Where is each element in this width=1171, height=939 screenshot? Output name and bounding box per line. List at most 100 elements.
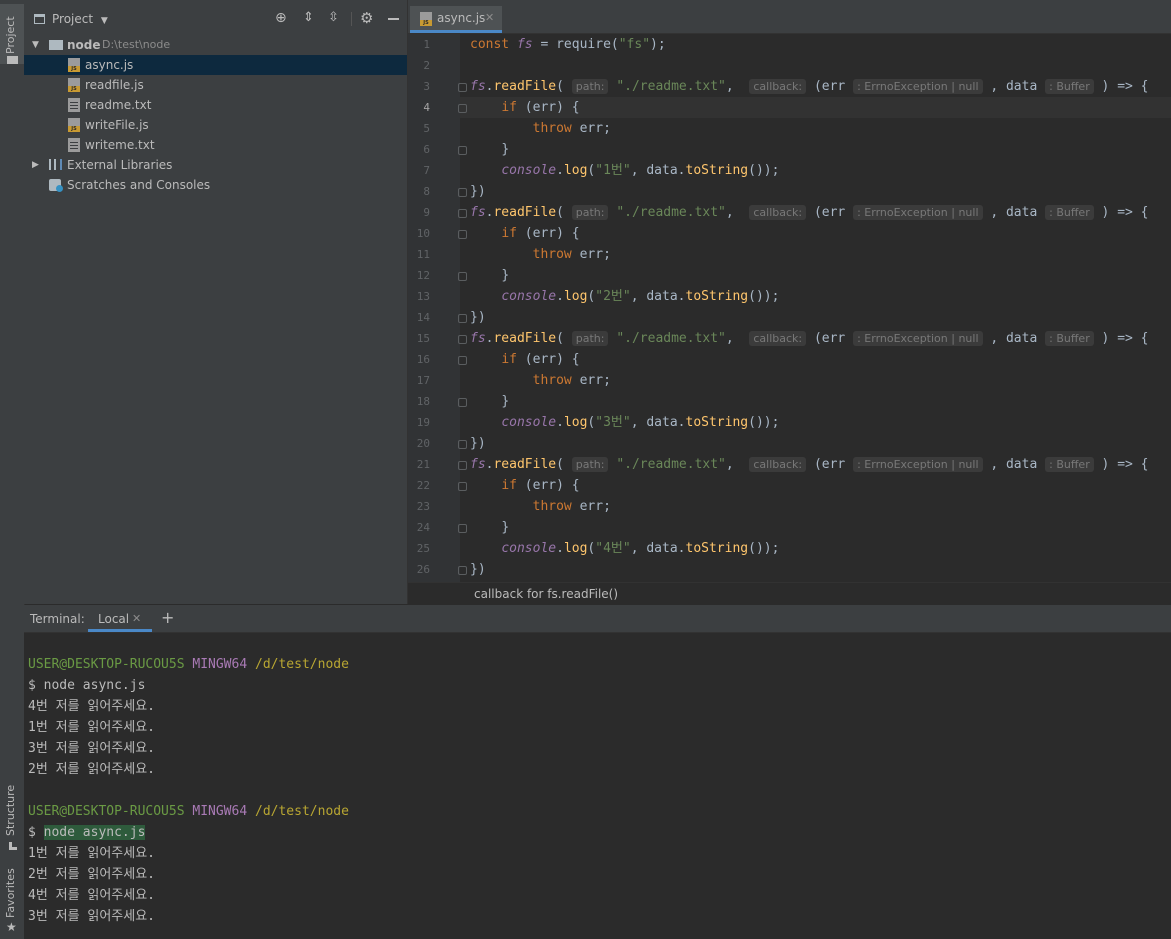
fold-marker-icon[interactable]: [458, 335, 467, 344]
type-hint: : Buffer: [1045, 331, 1094, 346]
gear-icon[interactable]: ⚙: [360, 9, 373, 27]
variable: console: [501, 289, 557, 304]
fold-marker-icon[interactable]: [458, 398, 467, 407]
code-token: }): [470, 436, 486, 451]
project-panel-header: Project ▼ ⊕ ⇕ ⇳ ⚙: [24, 0, 407, 38]
js-file-icon: [68, 78, 80, 92]
tab-local[interactable]: Local ✕: [88, 605, 152, 632]
fold-marker-icon[interactable]: [458, 482, 467, 491]
function: log: [563, 163, 588, 178]
prompt-host: MINGW64: [192, 804, 248, 819]
code-token: }: [501, 268, 510, 283]
line-number: 17: [416, 374, 430, 387]
keyword: if: [501, 226, 517, 241]
favorites-tool-label: Favorites: [4, 868, 17, 918]
prompt-symbol: $: [28, 678, 36, 693]
close-icon[interactable]: ✕: [485, 6, 494, 30]
line-number: 16: [416, 353, 430, 366]
project-view-selector[interactable]: Project ▼: [52, 12, 108, 26]
tree-node-scratches[interactable]: Scratches and Consoles: [24, 175, 407, 195]
minimize-icon[interactable]: [388, 18, 399, 20]
code-token: err: [821, 205, 846, 220]
code-token: err: [821, 331, 846, 346]
code-token: }: [501, 520, 510, 535]
function: toString: [685, 289, 749, 304]
prompt-line: USER@DESKTOP-RUCOU5S MINGW64 /d/test/nod…: [28, 801, 349, 822]
code-token: data: [1005, 79, 1038, 94]
code-line: fs.readFile( path: "./readme.txt", callb…: [470, 457, 1149, 472]
text-file-icon: [68, 138, 80, 152]
function: toString: [685, 415, 749, 430]
code-line: throw err;: [470, 496, 611, 517]
type-hint: : ErrnoException | null: [853, 457, 983, 472]
fold-marker-icon[interactable]: [458, 272, 467, 281]
function: readFile: [493, 331, 557, 346]
prompt-user: USER@DESKTOP-RUCOU5S: [28, 804, 185, 819]
command-text-highlighted: node async.js: [43, 825, 146, 840]
line-number: 8: [423, 185, 430, 198]
fold-marker-icon[interactable]: [458, 146, 467, 155]
editor-tab-bar: async.js ✕: [408, 0, 1171, 34]
code-token: err: [821, 457, 846, 472]
tree-file-writeme[interactable]: writeme.txt: [24, 135, 407, 155]
param-hint: path:: [571, 79, 609, 94]
tree-node-root[interactable]: ▼ node D:\test\node: [24, 35, 407, 55]
type-hint: : Buffer: [1045, 457, 1094, 472]
line-number: 14: [416, 311, 430, 324]
tree-file-readme[interactable]: readme.txt: [24, 95, 407, 115]
tree-node-external-libraries[interactable]: ▶ External Libraries: [24, 155, 407, 175]
folder-icon: [7, 56, 18, 64]
type-hint: : ErrnoException | null: [853, 205, 983, 220]
tree-file-readfile[interactable]: readfile.js: [24, 75, 407, 95]
code-token: ) => {: [1101, 457, 1149, 472]
code-token: require: [556, 37, 611, 52]
line-number: 18: [416, 395, 430, 408]
expand-all-icon[interactable]: ⇕: [303, 10, 314, 25]
code-editor[interactable]: 1 2 3 4 5 6 7 8 9 10 11 12 13 14 15 16 17 18 19 20 21 22 23 24 2…: [408, 34, 1171, 582]
function: readFile: [493, 205, 557, 220]
fold-marker-icon[interactable]: [458, 209, 467, 218]
param-hint: callback:: [749, 457, 807, 472]
fold-marker-icon[interactable]: [458, 83, 467, 92]
function: log: [563, 541, 588, 556]
string: "./readme.txt": [616, 205, 726, 220]
folder-icon: [49, 40, 63, 50]
project-view-label: Project: [52, 12, 94, 26]
structure-tool-tab[interactable]: Structure: [0, 785, 24, 853]
line-number: 24: [416, 521, 430, 534]
code-token: data: [646, 415, 678, 430]
fold-marker-icon[interactable]: [458, 524, 467, 533]
keyword: throw: [532, 373, 572, 388]
tree-file-async[interactable]: async.js: [24, 55, 407, 75]
function: log: [563, 415, 588, 430]
code-line: }: [470, 265, 509, 286]
line-number: 7: [423, 164, 430, 177]
fold-marker-icon[interactable]: [458, 314, 467, 323]
fold-marker-icon[interactable]: [458, 230, 467, 239]
collapse-all-icon[interactable]: ⇳: [328, 10, 339, 25]
fold-marker-icon[interactable]: [458, 566, 467, 575]
line-number: 4: [423, 101, 430, 114]
tree-file-writefile[interactable]: writeFile.js: [24, 115, 407, 135]
fold-marker-icon[interactable]: [458, 188, 467, 197]
terminal-output[interactable]: USER@DESKTOP-RUCOU5S MINGW64 /d/test/nod…: [24, 633, 1171, 939]
fold-marker-icon[interactable]: [458, 440, 467, 449]
tree-label: async.js: [85, 58, 134, 72]
fold-marker-icon[interactable]: [458, 461, 467, 470]
new-terminal-button[interactable]: +: [161, 608, 174, 627]
favorites-tool-tab[interactable]: Favorites ★: [0, 868, 24, 936]
locate-icon[interactable]: ⊕: [275, 10, 287, 26]
tab-async-js[interactable]: async.js ✕: [410, 6, 502, 33]
project-tool-tab[interactable]: Project: [0, 4, 24, 64]
fold-marker-icon[interactable]: [458, 356, 467, 365]
code-line: }): [470, 559, 486, 580]
code-line: }): [470, 181, 486, 202]
code-token: err;: [571, 373, 611, 388]
line-number: 11: [416, 248, 430, 261]
line-number: 23: [416, 500, 430, 513]
code-token: data: [1005, 457, 1038, 472]
line-number: 5: [423, 122, 430, 135]
close-icon[interactable]: ✕: [132, 612, 141, 625]
library-icon: [49, 159, 62, 170]
fold-marker-icon[interactable]: [458, 104, 467, 113]
